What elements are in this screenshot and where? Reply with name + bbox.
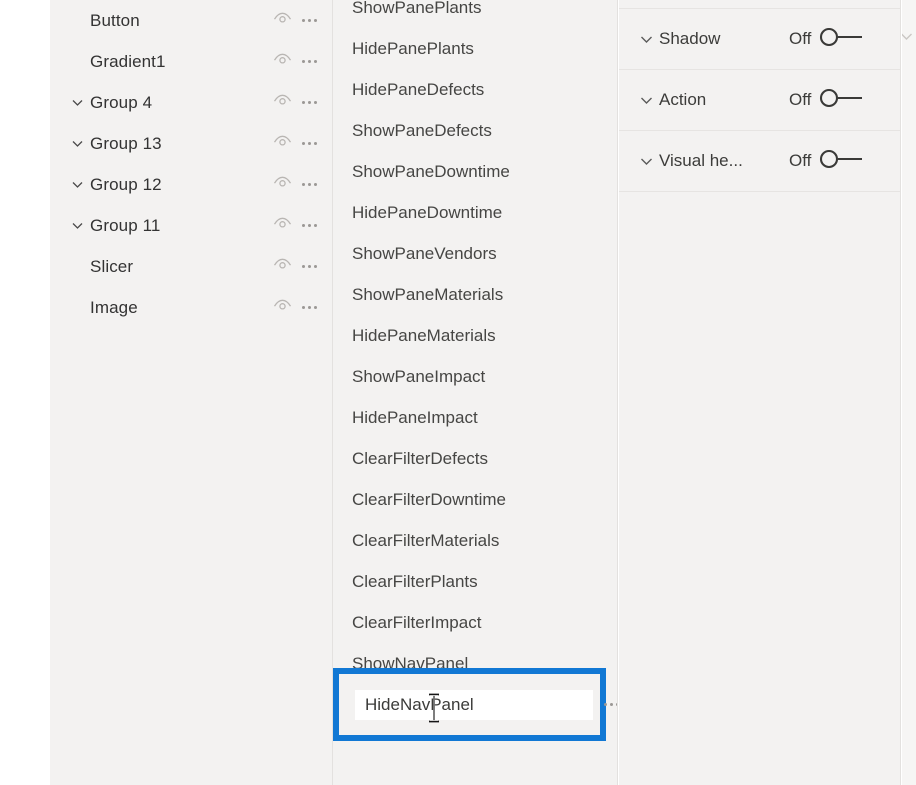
toggle-group: Off xyxy=(789,26,868,53)
bookmarks-list-pane: ShowPanePlants HidePanePlants HidePaneDe… xyxy=(333,0,618,785)
chevron-down-icon[interactable] xyxy=(66,218,88,233)
layer-label: Button xyxy=(90,10,140,30)
eye-icon[interactable] xyxy=(273,11,292,30)
ellipsis-icon[interactable] xyxy=(301,99,318,106)
adjacent-pane-sliver xyxy=(902,0,916,785)
bookmark-rename-highlight xyxy=(333,668,617,741)
chevron-down-icon[interactable] xyxy=(66,95,88,110)
layer-label: Group 4 xyxy=(90,92,153,112)
layer-label: Group 13 xyxy=(90,133,162,153)
layer-label: Group 12 xyxy=(90,174,162,194)
list-item[interactable]: HidePaneDefects xyxy=(333,69,617,110)
layer-row[interactable]: Slicer xyxy=(50,246,332,287)
toggle-group: Off xyxy=(789,148,868,175)
chevron-down-icon[interactable] xyxy=(902,28,915,50)
layer-actions xyxy=(273,93,318,112)
ellipsis-icon[interactable] xyxy=(604,703,617,706)
chevron-down-icon[interactable] xyxy=(66,136,88,151)
layer-row[interactable]: Group 13 xyxy=(50,123,332,164)
ellipsis-icon[interactable] xyxy=(301,222,318,229)
list-item[interactable]: ShowPaneDowntime xyxy=(333,151,617,192)
eye-icon[interactable] xyxy=(273,175,292,194)
eye-icon[interactable] xyxy=(273,298,292,317)
list-item[interactable]: ShowPaneImpact xyxy=(333,356,617,397)
list-item[interactable]: ShowPaneMaterials xyxy=(333,274,617,315)
layer-row[interactable]: Group 12 xyxy=(50,164,332,205)
eye-icon[interactable] xyxy=(273,216,292,235)
app-root: Button Gradient1 Group 4 Group 13 Group … xyxy=(0,0,916,785)
layer-row[interactable]: Group 4 xyxy=(50,82,332,123)
ellipsis-icon[interactable] xyxy=(301,140,318,147)
status-badge: Off xyxy=(789,151,812,170)
layer-row[interactable]: Gradient1 xyxy=(50,41,332,82)
layer-row[interactable]: Group 11 xyxy=(50,205,332,246)
ellipsis-icon[interactable] xyxy=(301,263,318,270)
list-item[interactable]: HidePaneDowntime xyxy=(333,192,617,233)
format-row-label: Action xyxy=(659,90,707,109)
toggle-group: Off xyxy=(789,87,868,114)
list-item[interactable]: ClearFilterDefects xyxy=(333,438,617,479)
layer-actions xyxy=(273,134,318,153)
status-badge: Off xyxy=(789,90,812,109)
toggle-switch-off[interactable] xyxy=(818,26,868,53)
status-badge: Off xyxy=(789,29,812,48)
list-item[interactable]: HidePanePlants xyxy=(333,28,617,69)
format-row-action[interactable]: Action Off xyxy=(619,69,900,130)
format-row-label: Shadow xyxy=(659,29,721,48)
format-pane-bottom-divider xyxy=(619,191,900,192)
layer-actions xyxy=(273,216,318,235)
list-item[interactable]: ShowPanePlants xyxy=(333,0,617,28)
list-item[interactable]: HidePaneMaterials xyxy=(333,315,617,356)
layer-actions xyxy=(273,11,318,30)
layer-actions xyxy=(273,175,318,194)
list-item[interactable]: ShowPaneVendors xyxy=(333,233,617,274)
ellipsis-icon[interactable] xyxy=(301,181,318,188)
layer-row[interactable]: Button xyxy=(50,0,332,41)
format-row-visual-header[interactable]: Visual he... Off xyxy=(619,130,900,191)
list-item[interactable]: HidePaneImpact xyxy=(333,397,617,438)
chevron-down-icon[interactable] xyxy=(633,31,659,48)
bookmark-name-input[interactable] xyxy=(355,689,593,720)
ellipsis-icon[interactable] xyxy=(301,58,318,65)
eye-icon[interactable] xyxy=(273,257,292,276)
layer-actions xyxy=(273,298,318,317)
ellipsis-icon[interactable] xyxy=(301,17,318,24)
layer-label: Gradient1 xyxy=(90,51,166,71)
eye-icon[interactable] xyxy=(273,134,292,153)
layer-actions xyxy=(273,257,318,276)
chevron-down-icon[interactable] xyxy=(633,153,659,170)
format-row-shadow[interactable]: Shadow Off xyxy=(619,8,900,69)
toggle-switch-off[interactable] xyxy=(818,87,868,114)
format-pane: Shadow Off Action Off Visual he... Off xyxy=(619,0,901,785)
toggle-switch-off[interactable] xyxy=(818,148,868,175)
list-item[interactable]: ClearFilterImpact xyxy=(333,602,617,643)
ellipsis-icon[interactable] xyxy=(301,304,318,311)
list-item[interactable]: ClearFilterDowntime xyxy=(333,479,617,520)
eye-icon[interactable] xyxy=(273,93,292,112)
list-item[interactable]: ClearFilterMaterials xyxy=(333,520,617,561)
chevron-down-icon[interactable] xyxy=(633,92,659,109)
layer-label: Group 11 xyxy=(90,215,161,235)
list-item[interactable]: ClearFilterPlants xyxy=(333,561,617,602)
list-item[interactable]: ShowPaneDefects xyxy=(333,110,617,151)
layer-row[interactable]: Image xyxy=(50,287,332,328)
selection-pane: Button Gradient1 Group 4 Group 13 Group … xyxy=(50,0,333,785)
chevron-down-icon[interactable] xyxy=(66,177,88,192)
bookmark-rename-row xyxy=(345,680,617,729)
layer-actions xyxy=(273,52,318,71)
format-row-label: Visual he... xyxy=(659,151,743,170)
eye-icon[interactable] xyxy=(273,52,292,71)
layer-label: Image xyxy=(90,297,138,317)
layer-label: Slicer xyxy=(90,256,134,276)
